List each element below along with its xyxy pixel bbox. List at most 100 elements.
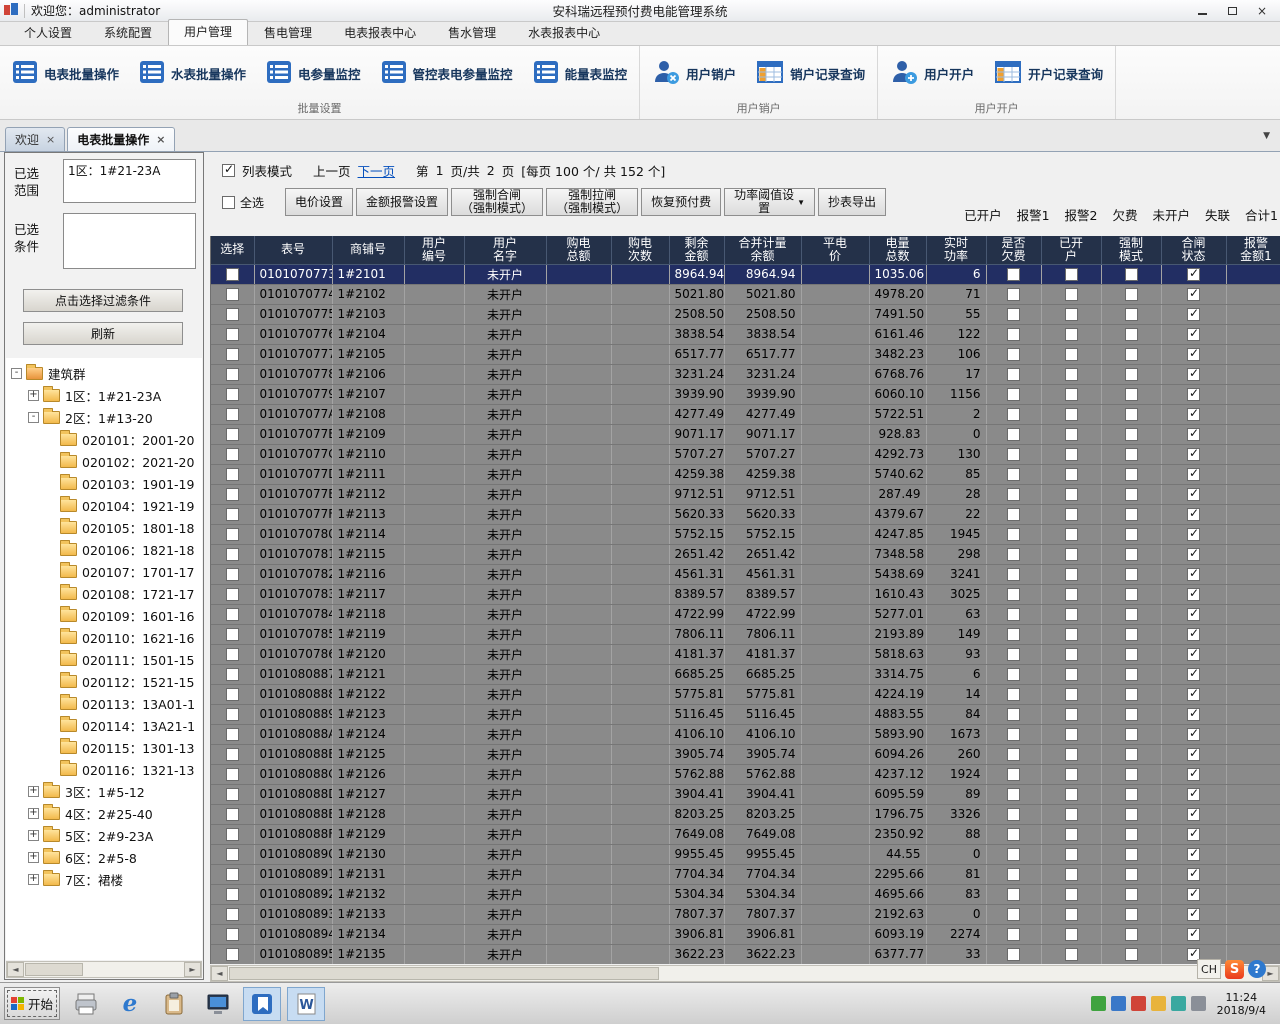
opened-checkbox[interactable]: [1065, 348, 1078, 361]
closed-checkbox[interactable]: [1187, 508, 1200, 521]
forced-checkbox[interactable]: [1125, 688, 1138, 701]
closed-checkbox[interactable]: [1187, 308, 1200, 321]
opened-checkbox[interactable]: [1065, 328, 1078, 341]
arrears-checkbox[interactable]: [1007, 408, 1020, 421]
arrears-checkbox[interactable]: [1007, 648, 1020, 661]
closed-checkbox[interactable]: [1187, 908, 1200, 921]
scroll-left-icon[interactable]: ◄: [7, 962, 24, 977]
arrears-checkbox[interactable]: [1007, 588, 1020, 601]
table-row[interactable]: 01010707861#2120未开户4181.374181.375818.63…: [211, 644, 1280, 664]
table-row[interactable]: 01010808951#2135未开户3622.233622.236377.77…: [211, 944, 1280, 964]
table-row[interactable]: 01010808891#2123未开户5116.455116.454883.55…: [211, 704, 1280, 724]
table-row[interactable]: 010107077B1#2109未开户9071.179071.17928.830: [211, 424, 1280, 444]
opened-checkbox[interactable]: [1065, 708, 1078, 721]
closed-checkbox[interactable]: [1187, 268, 1200, 281]
opened-checkbox[interactable]: [1065, 688, 1078, 701]
tree-item[interactable]: 020103：1901-19: [6, 472, 202, 494]
table-horizontal-scrollbar[interactable]: ◄ ►: [210, 965, 1280, 982]
arrears-checkbox[interactable]: [1007, 948, 1020, 961]
tree-item[interactable]: -建筑群: [6, 362, 202, 384]
arrears-checkbox[interactable]: [1007, 548, 1020, 561]
arrears-checkbox[interactable]: [1007, 328, 1020, 341]
tree-item[interactable]: 020112：1521-15: [6, 670, 202, 692]
forced-checkbox[interactable]: [1125, 608, 1138, 621]
tab-close-icon[interactable]: ×: [46, 135, 55, 145]
tree-item[interactable]: +3区：1#5-12: [6, 780, 202, 802]
forced-checkbox[interactable]: [1125, 868, 1138, 881]
menu-tab-system-config[interactable]: 系统配置: [88, 20, 168, 45]
forced-checkbox[interactable]: [1125, 708, 1138, 721]
tree-item[interactable]: 020113：13A01-1: [6, 692, 202, 714]
start-button[interactable]: 开始: [4, 987, 60, 1020]
opened-checkbox[interactable]: [1065, 608, 1078, 621]
table-row[interactable]: 01010707761#2104未开户3838.543838.546161.46…: [211, 324, 1280, 344]
doc-tab-meter-batch-operation[interactable]: 电表批量操作×: [67, 127, 175, 151]
tree-item[interactable]: 020106：1821-18: [6, 538, 202, 560]
select-checkbox[interactable]: [226, 608, 239, 621]
closed-checkbox[interactable]: [1187, 568, 1200, 581]
doc-tab-welcome[interactable]: 欢迎×: [5, 127, 65, 151]
energy-app-taskbar-button[interactable]: [243, 987, 281, 1021]
select-filter-button[interactable]: 点击选择过滤条件: [23, 289, 183, 312]
select-checkbox[interactable]: [226, 328, 239, 341]
select-checkbox[interactable]: [226, 888, 239, 901]
tree-item[interactable]: 020101：2001-20: [6, 428, 202, 450]
opened-checkbox[interactable]: [1065, 828, 1078, 841]
expand-icon[interactable]: +: [28, 786, 39, 797]
ribbon-item-user-account-close[interactable]: 用户销户: [648, 55, 740, 92]
forced-checkbox[interactable]: [1125, 948, 1138, 961]
forced-checkbox[interactable]: [1125, 308, 1138, 321]
closed-checkbox[interactable]: [1187, 328, 1200, 341]
app-monitor-icon[interactable]: [199, 987, 237, 1021]
select-checkbox[interactable]: [226, 588, 239, 601]
force-close-switch-button[interactable]: 强制合闸 （强制模式）: [451, 188, 543, 216]
forced-checkbox[interactable]: [1125, 388, 1138, 401]
arrears-checkbox[interactable]: [1007, 368, 1020, 381]
tree-item[interactable]: 020110：1621-16: [6, 626, 202, 648]
force-open-switch-button[interactable]: 强制拉闸 （强制模式）: [546, 188, 638, 216]
select-checkbox[interactable]: [226, 748, 239, 761]
select-checkbox[interactable]: [226, 908, 239, 921]
closed-checkbox[interactable]: [1187, 368, 1200, 381]
forced-checkbox[interactable]: [1125, 488, 1138, 501]
closed-checkbox[interactable]: [1187, 528, 1200, 541]
internet-explorer-icon[interactable]: e: [111, 987, 149, 1021]
expand-icon[interactable]: +: [28, 390, 39, 401]
opened-checkbox[interactable]: [1065, 848, 1078, 861]
forced-checkbox[interactable]: [1125, 448, 1138, 461]
printer-icon[interactable]: [67, 987, 105, 1021]
opened-checkbox[interactable]: [1065, 888, 1078, 901]
closed-checkbox[interactable]: [1187, 668, 1200, 681]
table-row[interactable]: 01010707821#2116未开户4561.314561.315438.69…: [211, 564, 1280, 584]
collapse-icon[interactable]: -: [11, 368, 22, 379]
select-checkbox[interactable]: [226, 408, 239, 421]
menu-tab-user-management[interactable]: 用户管理: [168, 19, 248, 45]
menu-tab-water-sales[interactable]: 售水管理: [432, 20, 512, 45]
arrears-checkbox[interactable]: [1007, 468, 1020, 481]
select-checkbox[interactable]: [226, 768, 239, 781]
opened-checkbox[interactable]: [1065, 308, 1078, 321]
closed-checkbox[interactable]: [1187, 588, 1200, 601]
table-row[interactable]: 01010808921#2132未开户5304.345304.344695.66…: [211, 884, 1280, 904]
scroll-left-icon[interactable]: ◄: [211, 966, 228, 981]
closed-checkbox[interactable]: [1187, 788, 1200, 801]
select-checkbox[interactable]: [226, 708, 239, 721]
opened-checkbox[interactable]: [1065, 928, 1078, 941]
tree-item[interactable]: -2区：1#13-20: [6, 406, 202, 428]
opened-checkbox[interactable]: [1065, 408, 1078, 421]
expand-icon[interactable]: +: [28, 874, 39, 885]
table-row[interactable]: 010108088A1#2124未开户4106.104106.105893.90…: [211, 724, 1280, 744]
forced-checkbox[interactable]: [1125, 508, 1138, 521]
arrears-checkbox[interactable]: [1007, 768, 1020, 781]
arrears-checkbox[interactable]: [1007, 348, 1020, 361]
select-checkbox[interactable]: [226, 508, 239, 521]
select-checkbox[interactable]: [226, 468, 239, 481]
closed-checkbox[interactable]: [1187, 628, 1200, 641]
opened-checkbox[interactable]: [1065, 288, 1078, 301]
opened-checkbox[interactable]: [1065, 808, 1078, 821]
select-checkbox[interactable]: [226, 268, 239, 281]
tree-item[interactable]: 020102：2021-20: [6, 450, 202, 472]
tree-item[interactable]: 020105：1801-18: [6, 516, 202, 538]
table-row[interactable]: 01010808911#2131未开户7704.347704.342295.66…: [211, 864, 1280, 884]
arrears-checkbox[interactable]: [1007, 288, 1020, 301]
